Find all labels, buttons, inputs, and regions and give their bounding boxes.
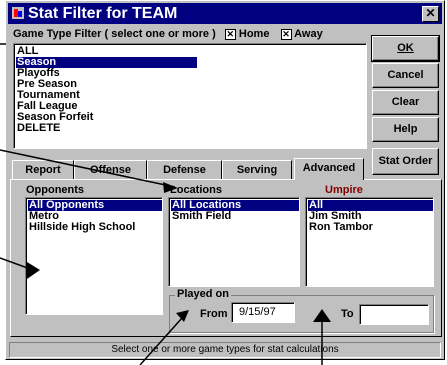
- arrow-head-locations: [163, 182, 178, 193]
- callout-arrows: [0, 43, 331, 365]
- tab-advanced[interactable]: Advanced: [294, 158, 364, 180]
- callout-line-from: [139, 317, 183, 365]
- arrow-head-from: [176, 310, 189, 322]
- arrow-head-opponents: [27, 262, 40, 279]
- callout-line-locations: [0, 149, 176, 188]
- arrow-head-to: [313, 309, 331, 322]
